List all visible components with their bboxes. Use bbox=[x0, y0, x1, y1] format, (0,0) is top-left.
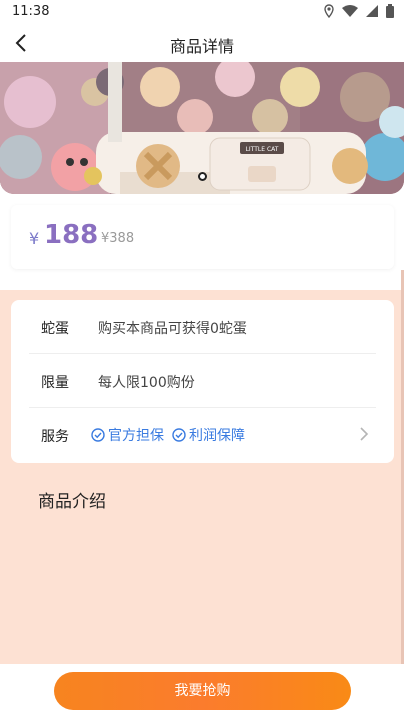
check-circle-icon bbox=[172, 428, 186, 442]
info-row-snake-egg: 蛇蛋 购买本商品可获得0蛇蛋 bbox=[29, 300, 376, 354]
buy-button[interactable]: 我要抢购 bbox=[54, 672, 351, 710]
carousel-indicator[interactable] bbox=[198, 172, 207, 181]
info-label: 蛇蛋 bbox=[41, 321, 69, 337]
info-row-service[interactable]: 服务 官方担保 利润保障 bbox=[29, 408, 376, 462]
original-price: ¥388 bbox=[101, 231, 135, 246]
wifi-icon bbox=[342, 5, 358, 17]
nav-bar: 商品详情 bbox=[0, 24, 404, 62]
price-value: 188 bbox=[44, 220, 99, 250]
price-card: ¥ 188 ¥388 bbox=[11, 205, 394, 269]
check-circle-icon bbox=[91, 428, 105, 442]
chevron-right-icon[interactable] bbox=[358, 426, 370, 442]
info-row-limit: 限量 每人限100购份 bbox=[29, 354, 376, 408]
service-tags: 官方担保 利润保障 bbox=[91, 425, 245, 445]
status-bar: 11:38 bbox=[0, 0, 404, 24]
service-tag: 官方担保 bbox=[91, 425, 164, 445]
info-value: 每人限100购份 bbox=[98, 375, 195, 391]
signal-icon bbox=[366, 5, 378, 17]
page-title: 商品详情 bbox=[169, 37, 234, 56]
info-label: 服务 bbox=[41, 429, 69, 445]
price-currency: ¥ bbox=[29, 229, 40, 248]
machine-sign: LITTLE CAT bbox=[246, 146, 279, 153]
service-tag-label: 利润保障 bbox=[189, 428, 245, 444]
product-intro-title: 商品介绍 bbox=[38, 492, 106, 512]
info-label: 限量 bbox=[41, 375, 69, 391]
product-detail-page: 11:38 商品详情 LITTLE CAT ¥ 188 ¥388 蛇蛋 购买本商… bbox=[0, 0, 404, 718]
service-tag: 利润保障 bbox=[172, 425, 245, 445]
info-value: 购买本商品可获得0蛇蛋 bbox=[98, 321, 247, 337]
status-time: 11:38 bbox=[12, 4, 50, 19]
bottom-action-bar: 我要抢购 bbox=[0, 664, 404, 718]
service-tag-label: 官方担保 bbox=[108, 428, 164, 444]
info-card: 蛇蛋 购买本商品可获得0蛇蛋 限量 每人限100购份 服务 官方担保 利润保障 bbox=[11, 300, 394, 463]
location-icon bbox=[324, 4, 334, 18]
battery-icon bbox=[386, 4, 394, 18]
status-icons bbox=[324, 4, 394, 18]
